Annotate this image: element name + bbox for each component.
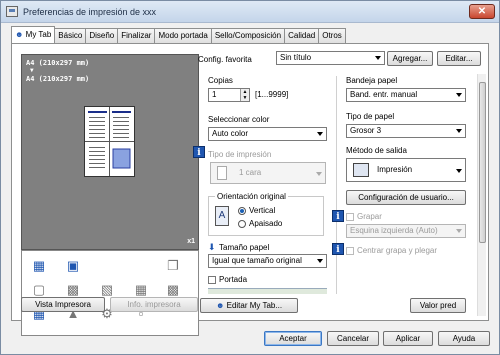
user-icon: ☻ [15, 30, 24, 39]
aplicar-button[interactable]: Aplicar [383, 331, 433, 346]
chevron-down-icon [456, 93, 462, 97]
page-preview-image [84, 106, 135, 177]
function-icon-grid: ▦ ▣ ❐ ▢ ▩ ▧ ▦ ▩ ▦ ▲ ⚙ ▫ [21, 250, 199, 336]
tab-bar: ☻ My Tab Básico Diseño Finalizar Modo po… [11, 26, 346, 43]
window-title: Preferencias de impresión de xxx [23, 7, 157, 17]
tab-finalizar[interactable]: Finalizar [117, 28, 156, 43]
tab-calidad[interactable]: Calidad [284, 28, 320, 43]
bandeja-select[interactable]: Band. entr. manual [346, 88, 466, 102]
tipo-impresion-select: 1 cara [210, 162, 326, 184]
config-favorita-select[interactable]: Sin título [276, 51, 385, 65]
copy-icon[interactable]: ❐ [164, 257, 182, 275]
tab-diseno[interactable]: Diseño [85, 28, 119, 43]
portada-checkbox[interactable] [208, 276, 216, 284]
vertical-radio[interactable] [238, 207, 246, 215]
column-divider [336, 76, 337, 294]
tab-sello-composicion[interactable]: Sello/Composición [210, 28, 286, 43]
cancelar-button[interactable]: Cancelar [327, 331, 379, 346]
tab-basico[interactable]: Básico [54, 28, 87, 43]
apaisado-radio[interactable] [238, 220, 246, 228]
metodo-salida-select[interactable]: Impresión [346, 158, 466, 182]
orientacion-label: Orientación original [215, 192, 288, 201]
config-usuario-button[interactable]: Configuración de usuario... [346, 190, 466, 205]
info-icon: i [332, 243, 344, 255]
tipo-papel-label: Tipo de papel [346, 112, 395, 121]
user-icon: ☻ [215, 301, 225, 310]
tab-modo-portada[interactable]: Modo portada [154, 28, 212, 43]
grapar-checkbox [346, 213, 354, 221]
vertical-label: Vertical [249, 206, 276, 215]
copias-label: Copias [208, 76, 233, 85]
portada-clipped-row [208, 288, 327, 294]
color-label: Seleccionar color [208, 115, 270, 124]
chevron-down-icon [317, 259, 323, 263]
chevron-down-icon [316, 172, 322, 176]
grapar-select: Esquina izquierda (Auto) [346, 224, 466, 238]
tab-my-tab[interactable]: ☻ My Tab [11, 26, 56, 43]
close-button[interactable]: ✕ [469, 4, 495, 19]
centrar-grapa-checkbox [346, 247, 354, 255]
my-tab-panel: A4 (210x297 mm) ▼ A4 (210x297 mm) x1 ▦ ▣… [11, 43, 489, 336]
paper-size-original: A4 (210x297 mm) [26, 59, 90, 67]
grapar-label: Grapar [357, 212, 382, 221]
info-impresora-button: Info. impresora [110, 297, 198, 312]
chevron-down-icon [317, 132, 323, 136]
orientacion-group: Orientación original A Vertical Apaisado [208, 192, 324, 236]
portada-label: Portada [219, 275, 248, 284]
bandeja-label: Bandeja papel [346, 76, 398, 85]
zoom-icon[interactable]: ▣ [64, 257, 82, 275]
copias-range: [1...9999] [255, 90, 289, 99]
print-preview: A4 (210x297 mm) ▼ A4 (210x297 mm) x1 [21, 54, 199, 250]
info-icon: i [332, 210, 344, 222]
vista-impresora-button[interactable]: Vista Impresora [21, 297, 105, 312]
tipo-impresion-label: Tipo de impresión [208, 150, 272, 159]
spinner-icon[interactable]: ▲ ▼ [240, 89, 249, 101]
config-favorita-label: Config. favorita [198, 55, 252, 64]
printer-icon [353, 163, 369, 177]
info-icon: i [193, 146, 205, 158]
copias-input[interactable]: 1 ▲ ▼ [208, 88, 250, 102]
copies-badge: x1 [187, 238, 195, 245]
tab-otros[interactable]: Otros [318, 28, 346, 43]
aceptar-button[interactable]: Aceptar [264, 331, 322, 346]
chevron-down-icon [456, 169, 462, 173]
editar-mytab-button[interactable]: ☻ Editar My Tab... [200, 298, 298, 313]
arrow-down-icon: ⬇ [208, 242, 216, 252]
ayuda-button[interactable]: Ayuda [438, 331, 490, 346]
tamano-papel-select[interactable]: Igual que tamaño original [208, 254, 327, 268]
centrar-grapa-label: Centrar grapa y plegar [357, 246, 438, 255]
tamano-papel-label: Tamaño papel [219, 243, 270, 252]
printer-app-icon [6, 6, 18, 17]
apaisado-label: Apaisado [249, 219, 283, 228]
tipo-papel-select[interactable]: Grosor 3 [346, 124, 466, 138]
valor-pred-button[interactable]: Valor pred [410, 298, 466, 313]
paper-size-output: A4 (210x297 mm) [26, 75, 90, 83]
title-bar: Preferencias de impresión de xxx ✕ [1, 1, 499, 23]
settings-scrollbar[interactable] [477, 74, 486, 316]
scrollbar-thumb[interactable] [479, 82, 486, 243]
arrow-down-icon: ▼ [30, 67, 34, 74]
color-select[interactable]: Auto color [208, 127, 327, 141]
page-orientation-icon: A [215, 206, 229, 226]
agregar-button[interactable]: Agregar... [387, 51, 433, 66]
chevron-down-icon [456, 229, 462, 233]
metodo-salida-label: Método de salida [346, 146, 407, 155]
page-icon [217, 166, 227, 180]
print-preferences-window: Preferencias de impresión de xxx ✕ ☻ My … [0, 0, 500, 355]
layout-icon[interactable]: ▦ [30, 257, 48, 275]
editar-button[interactable]: Editar... [437, 51, 481, 66]
chevron-down-icon [456, 129, 462, 133]
chevron-down-icon [375, 56, 381, 60]
